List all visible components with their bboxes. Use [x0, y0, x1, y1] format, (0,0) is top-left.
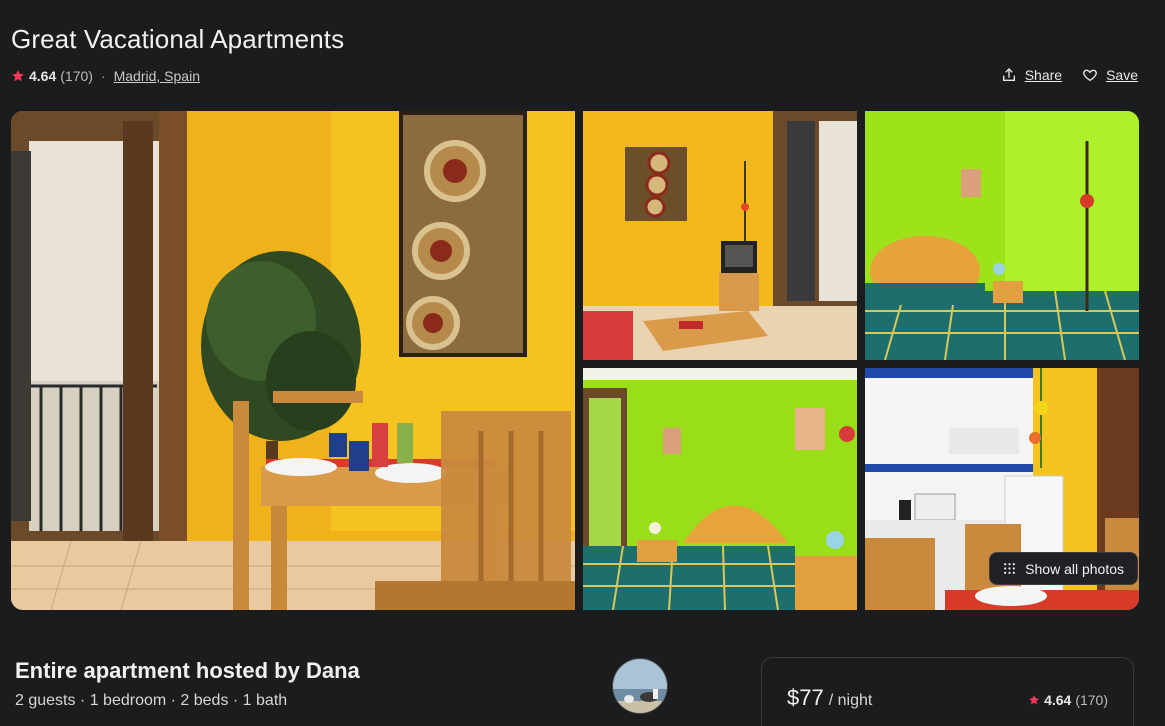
save-button[interactable]: Save: [1082, 67, 1138, 83]
location-link[interactable]: Madrid, Spain: [114, 68, 200, 84]
price-display: $77 / night: [787, 685, 872, 711]
host-avatar[interactable]: [612, 658, 668, 714]
photo-living-room[interactable]: [583, 111, 857, 360]
meta-separator: ·: [100, 68, 106, 84]
share-label: Share: [1024, 67, 1063, 83]
review-count[interactable]: (170): [60, 68, 93, 84]
price-unit: / night: [828, 692, 873, 709]
listing-actions: Share Save: [1001, 67, 1138, 83]
listing-details: 2 guests · 1 bedroom · 2 beds · 1 bath: [15, 692, 288, 709]
show-all-photos-button[interactable]: Show all photos: [989, 552, 1138, 585]
listing-meta: 4.64 (170) · Madrid, Spain: [11, 68, 200, 84]
booking-review-count[interactable]: (170): [1075, 692, 1108, 708]
listing-title: Great Vacational Apartments: [11, 24, 345, 54]
heart-icon: [1083, 69, 1097, 82]
host-title: Entire apartment hosted by Dana: [15, 658, 360, 683]
share-button[interactable]: Share: [1001, 67, 1062, 83]
photo-gallery: [11, 111, 1139, 610]
booking-rating-value: 4.64: [1044, 692, 1072, 708]
share-icon: [1002, 68, 1015, 81]
star-icon: [1029, 695, 1040, 705]
photo-bedroom-green[interactable]: [865, 111, 1139, 360]
star-icon: [12, 70, 24, 82]
grid-icon: [1004, 563, 1016, 574]
show-all-photos-label: Show all photos: [1025, 560, 1124, 577]
photo-bedroom-2[interactable]: [583, 368, 857, 610]
rating-value: 4.64: [29, 68, 57, 84]
photo-main-dining[interactable]: [11, 111, 575, 610]
save-label: Save: [1106, 67, 1138, 83]
booking-card: $77 / night 4.64 (170): [761, 657, 1134, 726]
booking-rating: 4.64 (170): [1028, 692, 1108, 708]
price-amount: $77: [787, 685, 824, 710]
